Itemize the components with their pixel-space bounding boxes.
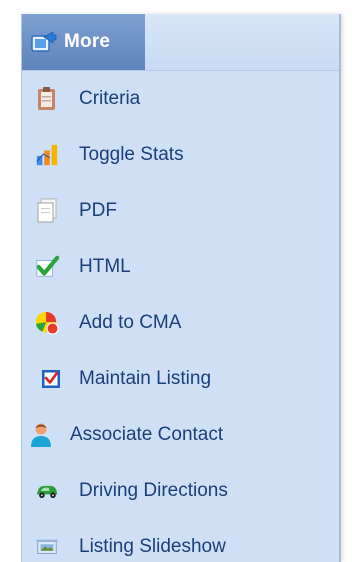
menu-item-label: Driving Directions: [79, 480, 228, 501]
menu-item-label: Associate Contact: [70, 424, 224, 445]
more-title: More: [64, 31, 111, 52]
menu-item-maintain-listing[interactable]: Maintain Listing: [22, 351, 339, 407]
menu-header: More: [22, 14, 339, 71]
menu-item-label: Listing Slideshow: [79, 536, 226, 557]
menu-item-label: Maintain Listing: [79, 368, 212, 389]
menu-item-add-to-cma[interactable]: Add to CMA: [22, 295, 339, 351]
menu-item-toggle-stats[interactable]: Toggle Stats: [22, 127, 339, 183]
menu-item-label: Add to CMA: [79, 312, 182, 333]
checked-box-icon: [39, 367, 63, 391]
menu-item-label: Toggle Stats: [79, 144, 184, 165]
bar-chart-icon: [35, 143, 59, 167]
menu-item-label: HTML: [79, 256, 131, 277]
menu-item-driving-directions[interactable]: Driving Directions: [22, 463, 339, 519]
clipboard-icon: [35, 87, 59, 111]
menu-item-listing-slideshow[interactable]: Listing Slideshow: [22, 519, 339, 562]
person-icon: [29, 423, 53, 447]
slideshow-icon: [35, 535, 59, 559]
export-icon: [31, 31, 57, 53]
menu-item-criteria[interactable]: Criteria: [22, 71, 339, 127]
menu-item-associate-contact[interactable]: Associate Contact: [22, 407, 339, 463]
document-icon: [35, 198, 59, 223]
pie-chart-icon: [35, 311, 59, 335]
menu-item-html[interactable]: HTML: [22, 239, 339, 295]
more-tab[interactable]: More: [22, 14, 145, 70]
menu-item-label: Criteria: [79, 88, 141, 109]
more-menu-list: Criteria Toggle Stats PDF HTML Add to CM…: [22, 71, 339, 562]
menu-item-pdf[interactable]: PDF: [22, 183, 339, 239]
more-menu-panel: More Criteria Toggle Stats PDF HTML Add …: [21, 14, 341, 562]
menu-item-label: PDF: [79, 200, 117, 221]
car-icon: [35, 479, 59, 503]
checkmark-icon: [35, 255, 59, 279]
